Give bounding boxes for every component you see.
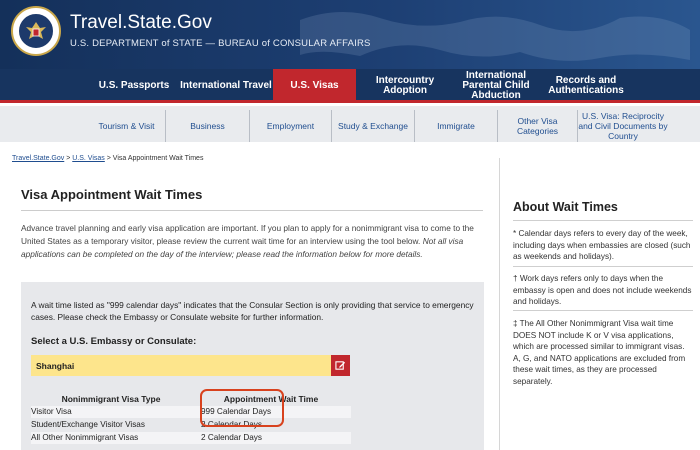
other-visa-note: ‡ The All Other Nonimmigrant Visa wait t…	[513, 319, 686, 386]
page-title: Visa Appointment Wait Times	[21, 187, 203, 202]
nav-us-visas[interactable]: U.S. Visas	[273, 69, 356, 103]
main-navigation: U.S. Passports International Travel U.S.…	[0, 69, 700, 103]
embassy-select-field[interactable]: Shanghai	[31, 355, 350, 376]
site-title[interactable]: Travel.State.Gov	[70, 12, 212, 34]
visa-type-cell: Visitor Visa	[31, 407, 72, 416]
sidebar-title: About Wait Times	[513, 200, 618, 214]
table-row: Student/Exchange Visitor Visas 2 Calenda…	[31, 419, 351, 431]
nav-international-travel[interactable]: International Travel	[180, 69, 272, 103]
intro-text: Advance travel planning and early visa a…	[21, 223, 474, 259]
nav-us-passports[interactable]: U.S. Passports	[88, 69, 180, 103]
work-days-note: † Work days refers only to days when the…	[513, 274, 692, 306]
table-row: All Other Nonimmigrant Visas 2 Calendar …	[31, 432, 351, 444]
pencil-square-icon	[335, 361, 346, 370]
calendar-days-note: * Calendar days refers to every day of t…	[513, 229, 691, 261]
nav-intercountry-adoption[interactable]: Intercountry Adoption	[366, 69, 444, 103]
nav-records-authentications[interactable]: Records and Authentications	[545, 69, 627, 103]
about-wait-times-sidebar: About Wait Times * Calendar days refers …	[499, 158, 697, 450]
highlight-annotation	[200, 389, 284, 427]
embassy-select-value: Shanghai	[36, 360, 75, 371]
wait-time-tool-panel: A wait time listed as "999 calendar days…	[21, 282, 484, 450]
divider	[21, 210, 483, 211]
subnav-study-exchange[interactable]: Study & Exchange	[332, 110, 415, 142]
site-subtitle: U.S. DEPARTMENT of STATE — BUREAU of CON…	[70, 38, 371, 49]
breadcrumb-visas-link[interactable]: U.S. Visas	[72, 155, 105, 162]
emergency-notice: A wait time listed as "999 calendar days…	[31, 300, 474, 322]
divider	[513, 310, 693, 311]
subnav-immigrate[interactable]: Immigrate	[415, 110, 498, 142]
breadcrumb-home-link[interactable]: Travel.State.Gov	[12, 155, 64, 162]
nav-parental-child-abduction[interactable]: International Parental Child Abduction	[455, 69, 537, 103]
subnav-business[interactable]: Business	[166, 110, 250, 142]
subnav-tourism-visit[interactable]: Tourism & Visit	[88, 110, 166, 142]
divider	[513, 266, 693, 267]
breadcrumb-current: Visa Appointment Wait Times	[112, 155, 204, 162]
breadcrumb: Travel.State.Gov > U.S. Visas > Visa App…	[12, 155, 204, 162]
table-row: Visitor Visa 999 Calendar Days	[31, 406, 351, 418]
department-of-state-seal-icon[interactable]	[11, 6, 61, 56]
visa-type-cell: All Other Nonimmigrant Visas	[31, 433, 139, 442]
visa-type-cell: Student/Exchange Visitor Visas	[31, 420, 145, 429]
divider	[513, 220, 693, 221]
subnav-other-visa-categories[interactable]: Other Visa Categories	[498, 110, 578, 142]
subnav-employment[interactable]: Employment	[250, 110, 332, 142]
site-header: Travel.State.Gov U.S. DEPARTMENT of STAT…	[0, 0, 700, 69]
wait-time-cell: 2 Calendar Days	[201, 433, 262, 442]
sub-navigation: Tourism & Visit Business Employment Stud…	[0, 106, 700, 142]
embassy-select-label: Select a U.S. Embassy or Consulate:	[31, 336, 197, 347]
edit-embassy-button[interactable]	[331, 355, 350, 376]
table-header-visa-type: Nonimmigrant Visa Type	[61, 394, 161, 404]
world-map-background	[300, 11, 690, 61]
subnav-reciprocity[interactable]: U.S. Visa: Reciprocity and Civil Documen…	[578, 110, 668, 142]
